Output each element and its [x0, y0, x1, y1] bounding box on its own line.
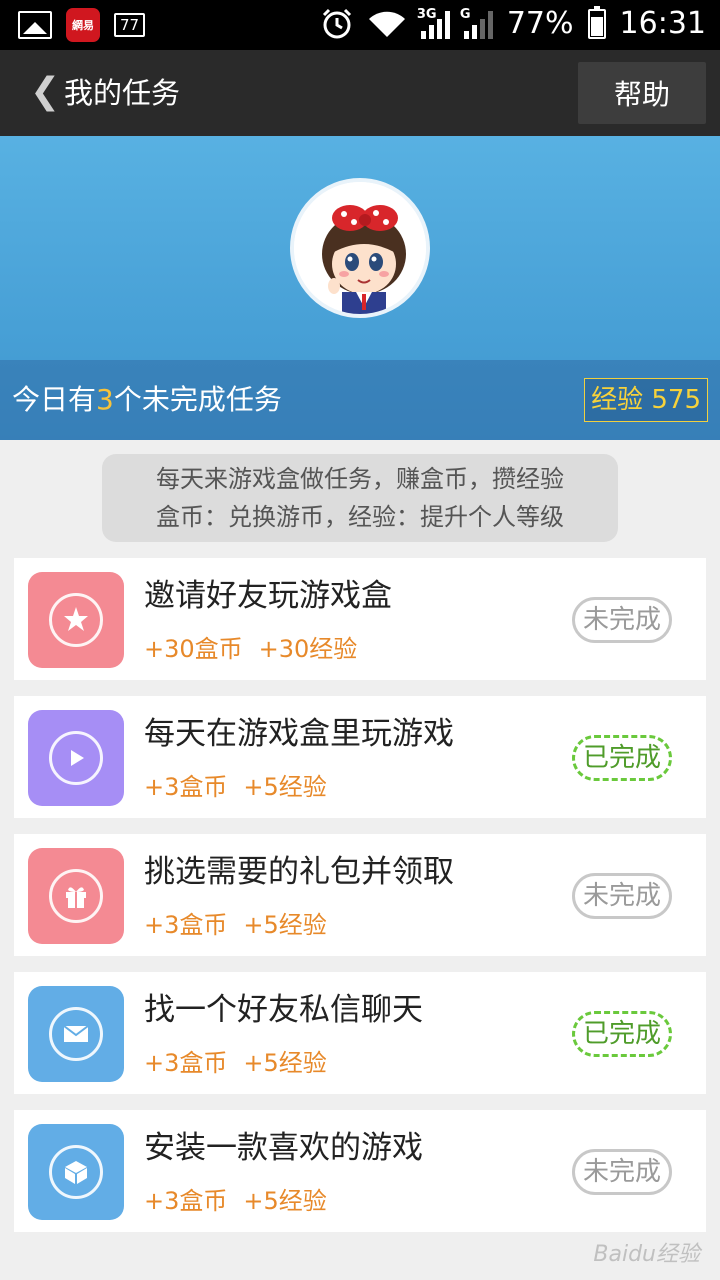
- task-title: 安装一款喜欢的游戏: [144, 1130, 423, 1166]
- play-icon: [28, 710, 124, 806]
- task-reward: +3盒币 +5经验: [144, 773, 327, 801]
- tip-box: 每天来游戏盒做任务，赚盒币，攒经验 盒币：兑换游币，经验：提升个人等级: [102, 454, 618, 542]
- status-badge: 已完成: [572, 1011, 672, 1057]
- task-reward: +3盒币 +5经验: [144, 1187, 327, 1215]
- signal-3g-icon: 3G: [417, 7, 450, 39]
- tip-line-2: 盒币：兑换游币，经验：提升个人等级: [156, 503, 564, 531]
- task-reward: +30盒币 +30经验: [144, 635, 358, 663]
- title-bar: ❮ 我的任务 帮助: [0, 50, 720, 136]
- status-badge: 未完成: [572, 597, 672, 643]
- mail-icon: [28, 986, 124, 1082]
- task-title: 每天在游戏盒里玩游戏: [144, 716, 454, 752]
- incomplete-count-text: 今日有3个未完成任务: [12, 383, 282, 416]
- netease-app-icon: 網易: [66, 8, 100, 42]
- status-badge: 未完成: [572, 873, 672, 919]
- battery-icon: [587, 5, 606, 39]
- incomplete-count: 3: [96, 383, 114, 416]
- status-badge: 已完成: [572, 735, 672, 781]
- help-button[interactable]: 帮助: [578, 62, 706, 124]
- task-item[interactable]: 每天在游戏盒里玩游戏 +3盒币 +5经验 已完成: [14, 696, 706, 818]
- task-title: 找一个好友私信聊天: [144, 992, 423, 1028]
- task-summary-bar: 今日有3个未完成任务 经验 575: [0, 360, 720, 440]
- experience-badge: 经验 575: [584, 378, 708, 422]
- task-item[interactable]: 安装一款喜欢的游戏 +3盒币 +5经验 未完成: [14, 1110, 706, 1232]
- status-badge: 未完成: [572, 1149, 672, 1195]
- cartoon-girl-avatar-icon: [294, 182, 426, 314]
- gift-icon: [28, 848, 124, 944]
- task-title: 邀请好友玩游戏盒: [144, 578, 392, 614]
- page-title: 我的任务: [64, 76, 181, 110]
- invite-star-icon: [28, 572, 124, 668]
- gallery-icon: [18, 11, 52, 39]
- battery-percent: 77%: [506, 6, 574, 41]
- notification-count: 77: [114, 13, 146, 37]
- back-chevron-icon[interactable]: ❮: [30, 72, 60, 112]
- task-item[interactable]: 找一个好友私信聊天 +3盒币 +5经验 已完成: [14, 972, 706, 1094]
- clock: 16:31: [619, 6, 706, 41]
- cube-icon: [28, 1124, 124, 1220]
- task-item[interactable]: 邀请好友玩游戏盒 +30盒币 +30经验 未完成: [14, 558, 706, 680]
- task-item[interactable]: 挑选需要的礼包并领取 +3盒币 +5经验 未完成: [14, 834, 706, 956]
- watermark: Baidu经验: [593, 1242, 700, 1267]
- profile-banner: 今日有3个未完成任务 经验 575: [0, 136, 720, 440]
- task-title: 挑选需要的礼包并领取: [144, 854, 454, 890]
- wifi-icon: [368, 11, 405, 37]
- avatar[interactable]: [290, 178, 430, 318]
- task-reward: +3盒币 +5经验: [144, 1049, 327, 1077]
- status-bar: 網易 77 3G G 77% 16:31: [0, 0, 720, 50]
- signal-g-icon: G: [460, 7, 493, 39]
- alarm-icon: [322, 8, 351, 38]
- task-reward: +3盒币 +5经验: [144, 911, 327, 939]
- tip-line-1: 每天来游戏盒做任务，赚盒币，攒经验: [156, 465, 564, 493]
